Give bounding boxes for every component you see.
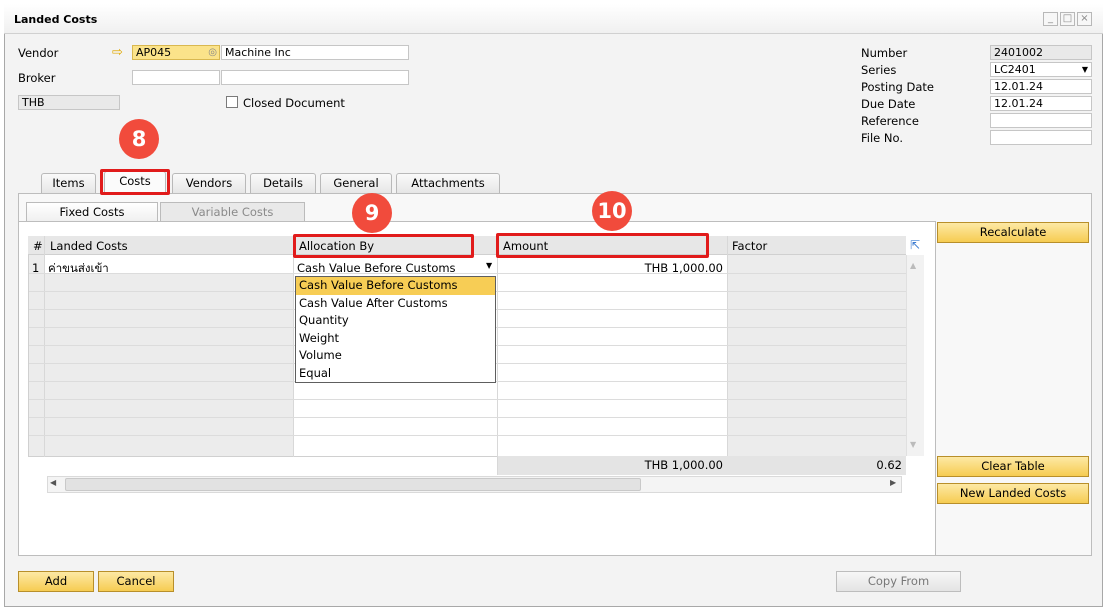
col-num-header: #	[33, 239, 43, 253]
vendor-code-field[interactable]: AP045 ◎	[132, 45, 220, 60]
close-button[interactable]: ×	[1077, 12, 1092, 26]
row-number-column	[29, 255, 44, 456]
col-factor-header[interactable]: Factor	[732, 239, 767, 253]
dropdown-option[interactable]: Weight	[296, 330, 495, 348]
highlight-box-amount	[496, 233, 709, 258]
row-divider	[29, 273, 906, 274]
closed-document-checkbox[interactable]	[226, 96, 238, 108]
expand-icon[interactable]: ⇱	[906, 236, 924, 255]
row-divider	[29, 399, 906, 400]
closed-document-label: Closed Document	[243, 96, 345, 110]
window-title: Landed Costs	[14, 13, 98, 26]
allocation-by-dropdown: Cash Value Before Customs Cash Value Aft…	[295, 276, 496, 383]
row-divider	[29, 435, 906, 436]
reference-label: Reference	[861, 114, 919, 128]
dropdown-option[interactable]: Volume	[296, 347, 495, 365]
row-1-landed-cost[interactable]: ค่าขนส่งเข้า	[48, 261, 109, 275]
highlight-box-allocation-by	[293, 234, 474, 258]
subtab-fixed-costs[interactable]: Fixed Costs	[26, 202, 158, 221]
annotation-badge-10: 10	[592, 191, 632, 231]
scroll-left-icon[interactable]: ◀	[50, 478, 56, 487]
new-landed-costs-button[interactable]: New Landed Costs	[937, 483, 1089, 504]
tab-general[interactable]: General	[320, 173, 392, 193]
number-label: Number	[861, 46, 908, 60]
row-1-amount[interactable]: THB 1,000.00	[540, 261, 723, 275]
amount-total: THB 1,000.00	[644, 458, 723, 472]
posting-date-field[interactable]: 12.01.24	[990, 79, 1092, 94]
series-value: LC2401	[994, 63, 1036, 76]
factor-total: 0.62	[876, 458, 902, 472]
dropdown-option[interactable]: Cash Value After Customs	[296, 295, 495, 313]
scroll-right-icon[interactable]: ▶	[890, 478, 896, 487]
broker-code-field[interactable]	[132, 70, 220, 85]
vendor-code-value: AP045	[136, 46, 172, 59]
row-1-allocation-by[interactable]: Cash Value Before Customs	[297, 261, 456, 275]
tab-details-label: Details	[263, 176, 303, 190]
scroll-down-icon[interactable]: ▼	[910, 440, 916, 449]
tab-attachments-label: Attachments	[411, 176, 485, 190]
broker-label: Broker	[18, 71, 56, 85]
col-divider	[497, 236, 498, 475]
vendor-label: Vendor	[18, 46, 59, 60]
file-no-label: File No.	[861, 131, 903, 145]
clear-table-button[interactable]: Clear Table	[937, 456, 1089, 477]
due-date-field[interactable]: 12.01.24	[990, 96, 1092, 111]
tab-vendors-label: Vendors	[185, 176, 233, 190]
reference-field[interactable]	[990, 113, 1092, 128]
landed-costs-column-empty	[45, 273, 293, 456]
add-button[interactable]: Add	[18, 571, 94, 592]
dropdown-option[interactable]: Equal	[296, 365, 495, 383]
factor-column	[728, 255, 906, 456]
tab-items-label: Items	[52, 176, 85, 190]
choose-from-list-icon[interactable]: ◎	[208, 46, 217, 59]
row-divider	[29, 417, 906, 418]
number-field[interactable]: 2401002	[990, 45, 1092, 60]
tab-attachments[interactable]: Attachments	[396, 173, 500, 193]
link-arrow-icon[interactable]: ⇨	[112, 45, 123, 60]
highlight-box-costs-tab	[100, 169, 170, 195]
due-date-label: Due Date	[861, 97, 916, 111]
broker-name-field[interactable]	[221, 70, 409, 85]
annotation-badge-9: 9	[352, 193, 392, 233]
subtab-variable-costs[interactable]: Variable Costs	[160, 202, 305, 221]
chevron-down-icon[interactable]: ▼	[1082, 63, 1088, 76]
vendor-name-field[interactable]: Machine Inc	[221, 45, 409, 60]
title-bar	[4, 4, 1103, 34]
recalculate-button[interactable]: Recalculate	[937, 222, 1089, 243]
subtab-fixed-costs-label: Fixed Costs	[59, 205, 125, 219]
cancel-button[interactable]: Cancel	[98, 571, 174, 592]
series-select[interactable]: LC2401 ▼	[990, 62, 1092, 77]
scroll-up-icon[interactable]: ▲	[910, 261, 916, 270]
copy-from-button[interactable]: Copy From	[836, 571, 961, 592]
minimize-button[interactable]: _	[1043, 12, 1058, 26]
col-landed-costs-header[interactable]: Landed Costs	[50, 239, 128, 253]
annotation-badge-8: 8	[119, 119, 159, 159]
tab-general-label: General	[333, 176, 379, 190]
subtab-variable-costs-label: Variable Costs	[191, 205, 274, 219]
horizontal-scroll-thumb[interactable]	[65, 478, 641, 491]
tab-details[interactable]: Details	[250, 173, 316, 193]
vertical-scrollbar[interactable]	[906, 255, 924, 456]
row-1-number: 1	[32, 261, 40, 275]
series-label: Series	[861, 63, 897, 77]
maximize-button[interactable]: □	[1060, 12, 1075, 26]
allocation-dropdown-arrow-icon[interactable]: ▼	[486, 261, 492, 270]
col-divider	[293, 236, 294, 457]
dropdown-option[interactable]: Quantity	[296, 312, 495, 330]
tab-items[interactable]: Items	[41, 173, 96, 193]
currency-field[interactable]: THB	[18, 95, 120, 110]
tab-vendors[interactable]: Vendors	[172, 173, 246, 193]
dropdown-option[interactable]: Cash Value Before Customs	[296, 277, 495, 295]
file-no-field[interactable]	[990, 130, 1092, 145]
posting-date-label: Posting Date	[861, 80, 934, 94]
